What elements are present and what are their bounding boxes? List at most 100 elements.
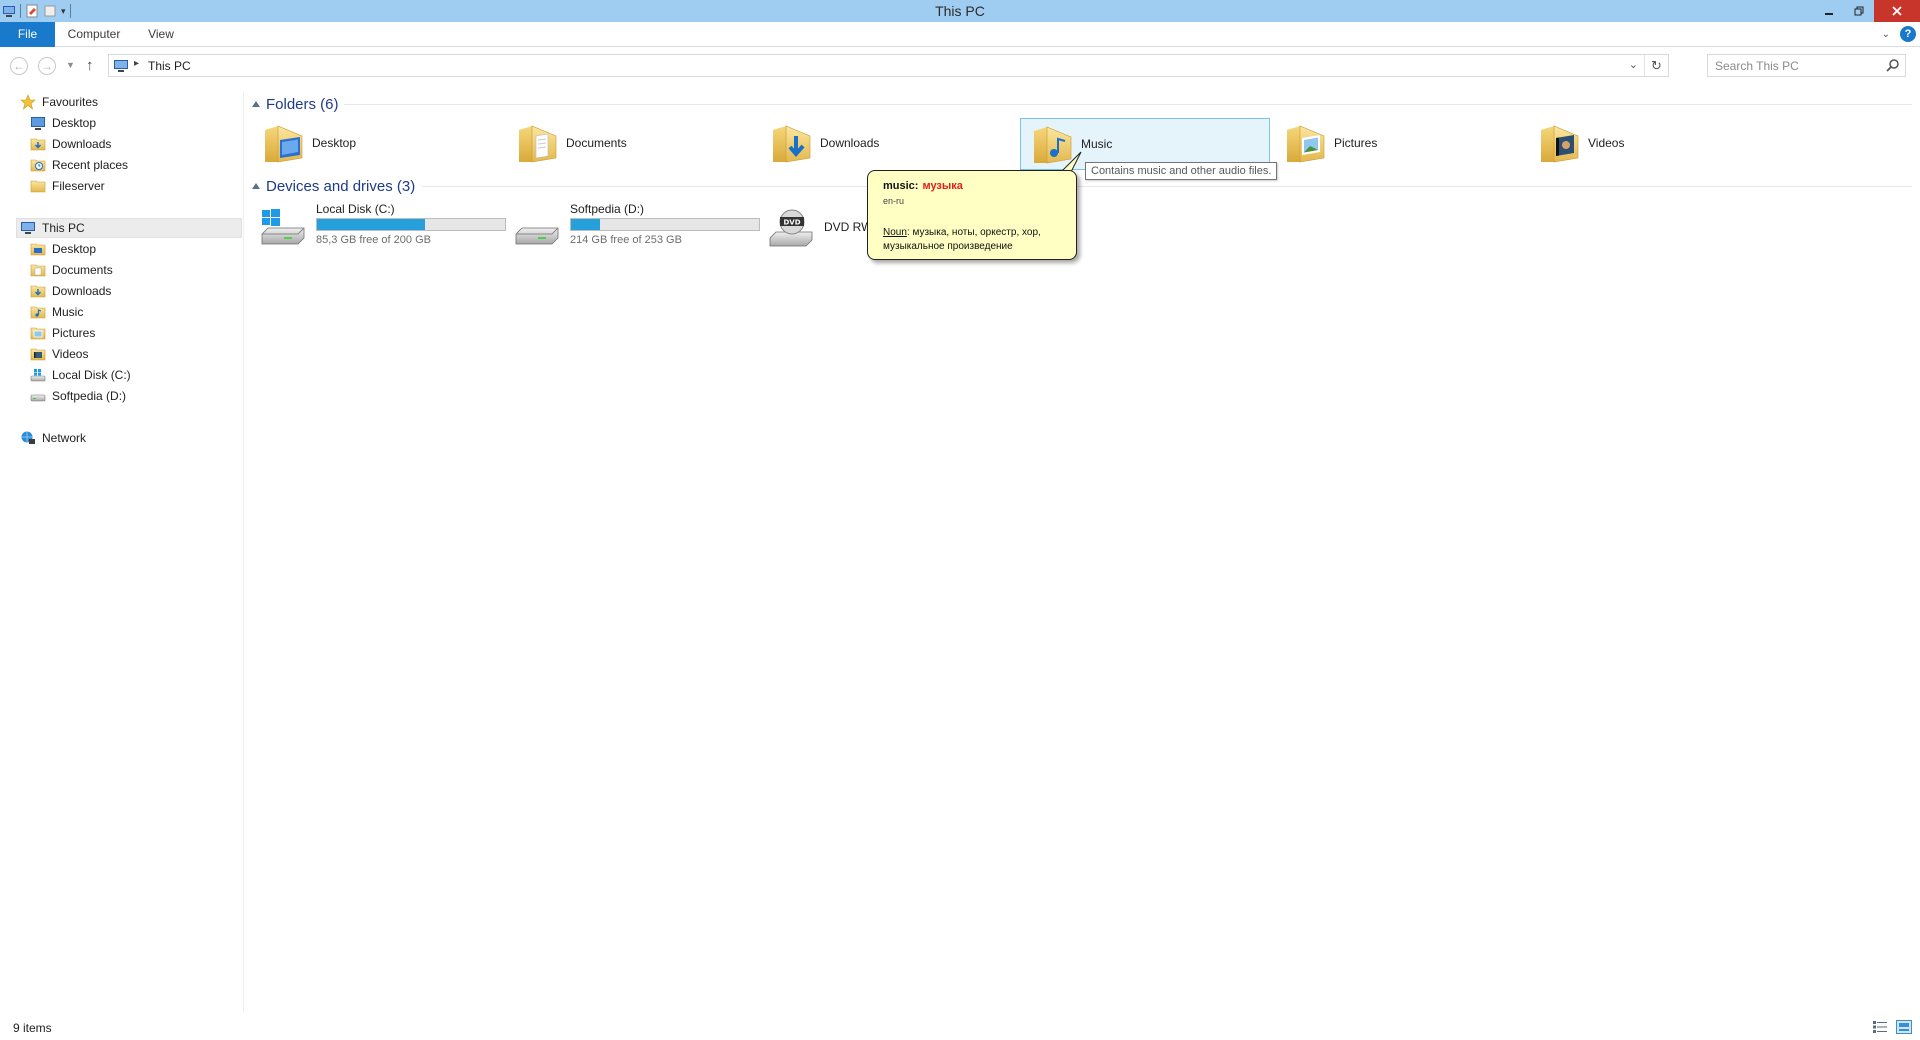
title-bar[interactable]: ▾ This PC [0,0,1920,22]
dvd-drive-icon: DVD [769,209,813,247]
drive-softpedia[interactable]: Softpedia (D:) 214 GB free of 253 GB [506,202,760,252]
navigation-bar: ← → ▼ ↑ ▸ This PC ⌄ ↻ Search This PC [0,48,1920,80]
documents-folder-icon [519,125,557,163]
folders-group-header[interactable]: Folders (6) [252,94,339,114]
folder-tile-videos[interactable]: Videos [1528,118,1778,170]
folder-tile-desktop[interactable]: Desktop [252,118,502,170]
this-pc-icon [21,222,35,234]
details-view-icon[interactable] [1872,1020,1888,1034]
large-icons-view-icon[interactable] [1896,1020,1912,1034]
tab-computer[interactable]: Computer [62,22,126,47]
nav-pc-downloads[interactable]: Downloads [30,281,111,301]
nav-pc-local-disk[interactable]: Local Disk (C:) [30,365,131,385]
balloon-language: en-ru [883,196,905,206]
videos-folder-icon [30,348,46,361]
collapse-group-icon[interactable] [252,101,260,107]
tab-file[interactable]: File [0,22,55,47]
balloon-header: music: музыка [883,180,963,192]
refresh-button[interactable]: ↻ [1644,55,1668,76]
star-icon [20,94,36,110]
nav-fav-fileserver-label: Fileserver [52,179,105,193]
address-dropdown-icon[interactable]: ⌄ [1629,58,1638,71]
nav-pc-music[interactable]: Music [30,302,83,322]
nav-this-pc[interactable]: This PC [16,218,242,238]
nav-fav-fileserver[interactable]: Fileserver [30,176,105,196]
folder-tile-videos-label: Videos [1588,136,1625,150]
back-arrow-icon: ← [13,59,25,73]
videos-folder-icon [1541,125,1579,163]
desktop-folder-icon [265,125,303,163]
balloon-definition-text: : музыка, ноты, оркестр, хор, музыкально… [883,227,1041,252]
minimize-button[interactable] [1814,0,1844,22]
nav-pc-videos[interactable]: Videos [30,344,88,364]
this-pc-icon [114,60,128,72]
search-input[interactable]: Search This PC [1715,59,1799,73]
forward-button[interactable]: → [38,57,56,75]
drive-icon [515,227,559,245]
item-count: 9 items [13,1021,52,1035]
address-bar[interactable]: ▸ This PC ⌄ ↻ [108,54,1669,77]
drive-icon [30,394,46,402]
devices-group-header[interactable]: Devices and drives (3) [252,176,415,196]
network-icon [21,431,35,444]
breadcrumb[interactable]: This PC [148,59,191,73]
back-button[interactable]: ← [10,57,28,75]
nav-pc-documents[interactable]: Documents [30,260,113,280]
collapse-group-icon[interactable] [252,183,260,189]
window-controls [1814,0,1920,22]
nav-pc-softpedia[interactable]: Softpedia (D:) [30,386,126,406]
nav-favourites[interactable]: Favourites [20,92,98,112]
folder-tile-documents-label: Documents [566,136,627,150]
drive-dvd-rw-name: DVD RW [824,220,873,234]
restore-button[interactable] [1844,0,1874,22]
folder-tile-music-label: Music [1081,137,1113,151]
up-button[interactable]: ↑ [86,57,94,74]
close-button[interactable] [1874,0,1920,22]
folder-tile-pictures[interactable]: Pictures [1274,118,1524,170]
search-icon[interactable] [1886,58,1900,72]
drive-local-disk-name: Local Disk (C:) [316,202,395,216]
nav-fav-downloads[interactable]: Downloads [30,134,111,154]
nav-fav-recent-places[interactable]: Recent places [30,155,128,175]
ribbon-right-controls: ⌄ ? [1882,26,1916,42]
breadcrumb-chevron-icon[interactable]: ▸ [134,58,139,69]
folder-tile-desktop-label: Desktop [312,136,357,150]
up-arrow-icon: ↑ [86,57,94,74]
expand-ribbon-icon[interactable]: ⌄ [1882,29,1890,40]
forward-arrow-icon: → [41,59,53,73]
nav-pc-desktop-label: Desktop [52,242,97,256]
nav-fav-recent-places-label: Recent places [52,158,129,172]
music-folder-icon [30,306,46,319]
folders-group-title: Folders (6) [266,95,339,113]
search-box[interactable]: Search This PC [1707,54,1906,77]
minimize-icon [1825,13,1833,15]
group-divider [422,186,1912,187]
tab-view[interactable]: View [140,22,182,47]
nav-pc-pictures[interactable]: Pictures [30,323,95,343]
restore-icon [1854,6,1864,16]
folder-tile-downloads[interactable]: Downloads [760,118,1010,170]
group-divider [344,104,1912,105]
nav-fav-desktop[interactable]: Desktop [30,113,96,133]
recent-locations-dropdown[interactable]: ▼ [66,60,75,70]
nav-pc-desktop[interactable]: Desktop [30,239,96,259]
help-icon[interactable]: ? [1900,26,1916,42]
nav-pc-music-label: Music [52,305,84,319]
ribbon: File Computer View ⌄ ? [0,22,1920,47]
folder-icon [30,180,46,193]
nav-pc-softpedia-label: Softpedia (D:) [52,389,127,403]
svg-text:DVD: DVD [783,219,800,227]
folder-tile-pictures-label: Pictures [1334,136,1378,150]
nav-favourites-label: Favourites [42,95,99,109]
folder-tile-documents[interactable]: Documents [506,118,756,170]
nav-pc-pictures-label: Pictures [52,326,96,340]
nav-pc-documents-label: Documents [52,263,113,277]
nav-fav-desktop-label: Desktop [52,116,97,130]
pictures-folder-icon [30,327,46,340]
status-bar: 9 items [0,1014,1920,1040]
documents-folder-icon [30,264,46,277]
drive-local-disk[interactable]: Local Disk (C:) 85,3 GB free of 200 GB [252,202,506,252]
nav-this-pc-label: This PC [42,221,85,235]
nav-network[interactable]: Network [20,428,86,448]
desktop-icon [31,117,45,130]
